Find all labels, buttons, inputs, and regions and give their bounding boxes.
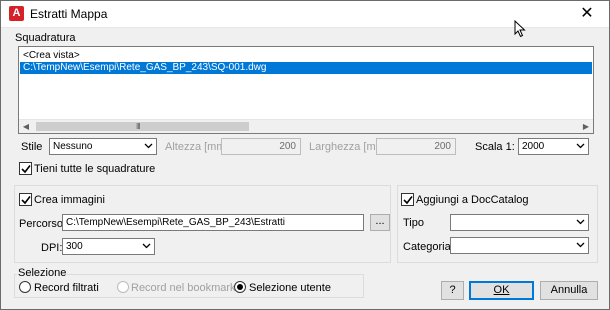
categoria-select[interactable]: [450, 237, 589, 254]
scroll-thumb-grip: III: [136, 122, 141, 131]
aggiungi-doccatalog-label: Aggiungi a DocCatalog: [416, 194, 529, 206]
scroll-left-icon[interactable]: ◀: [19, 120, 33, 134]
percorso-field[interactable]: C:\TempNew\Esempi\Rete_GAS_BP_243\Estrat…: [62, 214, 364, 231]
cancel-button[interactable]: Annulla: [540, 281, 598, 300]
record-filtrati-label: Record filtrati: [34, 282, 99, 294]
selezione-group-label: Selezione: [17, 267, 68, 279]
radio-record-filtrati[interactable]: [19, 281, 31, 293]
selezione-utente-label: Selezione utente: [249, 282, 331, 294]
help-button[interactable]: ?: [441, 281, 464, 300]
check-icon: [403, 196, 413, 205]
horizontal-scrollbar[interactable]: ◀ III ▶: [19, 119, 593, 133]
scroll-right-icon[interactable]: ▶: [579, 120, 593, 134]
squadratura-group-label: Squadratura: [15, 32, 76, 44]
ok-label: OK: [493, 284, 510, 296]
chevron-down-icon: [142, 243, 151, 249]
crea-immagini-label: Crea immagini: [34, 194, 105, 206]
dpi-select[interactable]: 300: [62, 238, 155, 255]
close-button[interactable]: ✕: [565, 1, 609, 27]
aggiungi-doccatalog-checkbox[interactable]: [401, 193, 414, 206]
list-item-selected[interactable]: C:\TempNew\Esempi\Rete_GAS_BP_243\SQ-001…: [20, 62, 592, 74]
check-icon: [21, 165, 31, 174]
dpi-value: 300: [66, 241, 83, 252]
tipo-label: Tipo: [403, 217, 424, 229]
list-item[interactable]: <Crea vista>: [20, 50, 80, 62]
check-icon: [21, 196, 31, 205]
chevron-down-icon: [144, 143, 153, 149]
categoria-label: Categoria: [403, 241, 451, 253]
mouse-cursor-icon: [514, 20, 526, 38]
radio-selected-dot: [237, 284, 243, 290]
altezza-label: Altezza [mm]: [165, 141, 229, 153]
stile-value: Nessuno: [53, 141, 93, 152]
tieni-label: Tieni tutte le squadrature: [34, 163, 156, 175]
tipo-select[interactable]: [450, 214, 589, 231]
larghezza-field[interactable]: 200: [376, 138, 456, 155]
radio-selezione-utente[interactable]: [234, 281, 246, 293]
stile-select[interactable]: Nessuno: [49, 138, 157, 155]
scala-value: 2000: [522, 141, 545, 152]
tieni-checkbox[interactable]: [19, 162, 32, 175]
scala-select[interactable]: 2000: [518, 138, 589, 155]
dialog-window: A Estratti Mappa ✕ Squadratura <Crea vis…: [0, 0, 610, 310]
dpi-label: DPI:: [41, 242, 63, 254]
scala-label: Scala 1:: [475, 141, 515, 153]
scroll-thumb[interactable]: III: [36, 122, 249, 131]
chevron-down-icon: [576, 219, 585, 225]
chevron-down-icon: [576, 143, 585, 149]
autocad-app-icon: A: [9, 6, 24, 21]
ok-button[interactable]: OK: [469, 281, 534, 300]
squadratura-listbox[interactable]: <Crea vista> C:\TempNew\Esempi\Rete_GAS_…: [18, 46, 594, 134]
percorso-label: Percorso:: [19, 218, 67, 230]
chevron-down-icon: [576, 242, 585, 248]
radio-record-bookmark[interactable]: [117, 281, 129, 293]
record-bookmark-label: Record nel bookmark: [131, 282, 236, 294]
window-title: Estratti Mappa: [30, 7, 108, 21]
browse-button[interactable]: ...: [370, 214, 390, 231]
altezza-field[interactable]: 200: [221, 138, 301, 155]
crea-immagini-checkbox[interactable]: [19, 193, 32, 206]
stile-label: Stile: [21, 141, 43, 153]
